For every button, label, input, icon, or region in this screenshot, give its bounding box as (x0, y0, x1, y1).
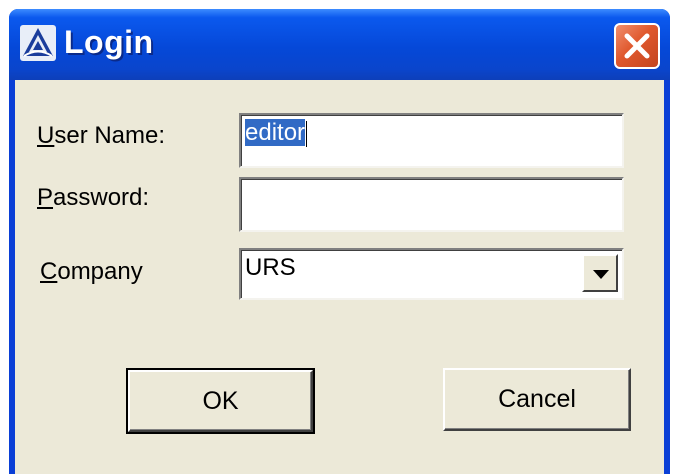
close-button[interactable] (614, 23, 660, 69)
cancel-button[interactable]: Cancel (443, 368, 631, 431)
password-label-accelerator: P (37, 184, 54, 211)
ok-button[interactable]: OK (126, 368, 315, 434)
text-caret (306, 120, 308, 147)
login-dialog: Login User Name: editor Password: Compan… (9, 9, 670, 474)
company-dropdown-button[interactable] (582, 254, 618, 292)
company-label-text: ompany (57, 258, 143, 285)
company-label: Company (40, 258, 143, 286)
username-label-text: ser Name: (54, 122, 166, 149)
username-value: editor (245, 119, 306, 146)
company-label-accelerator: C (40, 258, 58, 285)
company-select[interactable]: URS (239, 248, 624, 300)
app-logo-icon (20, 25, 56, 61)
chevron-down-icon (593, 270, 609, 279)
close-icon (624, 33, 650, 59)
username-label: User Name: (37, 122, 165, 150)
password-label: Password: (37, 184, 149, 212)
company-value: URS (245, 254, 296, 281)
window-title: Login (64, 24, 154, 60)
username-field[interactable]: editor (239, 113, 624, 168)
dialog-body: User Name: editor Password: Company URS … (15, 80, 664, 474)
password-field[interactable] (239, 177, 624, 232)
title-bar[interactable]: Login (9, 9, 670, 80)
password-label-text: assword: (53, 184, 150, 211)
username-label-accelerator: U (37, 122, 55, 149)
